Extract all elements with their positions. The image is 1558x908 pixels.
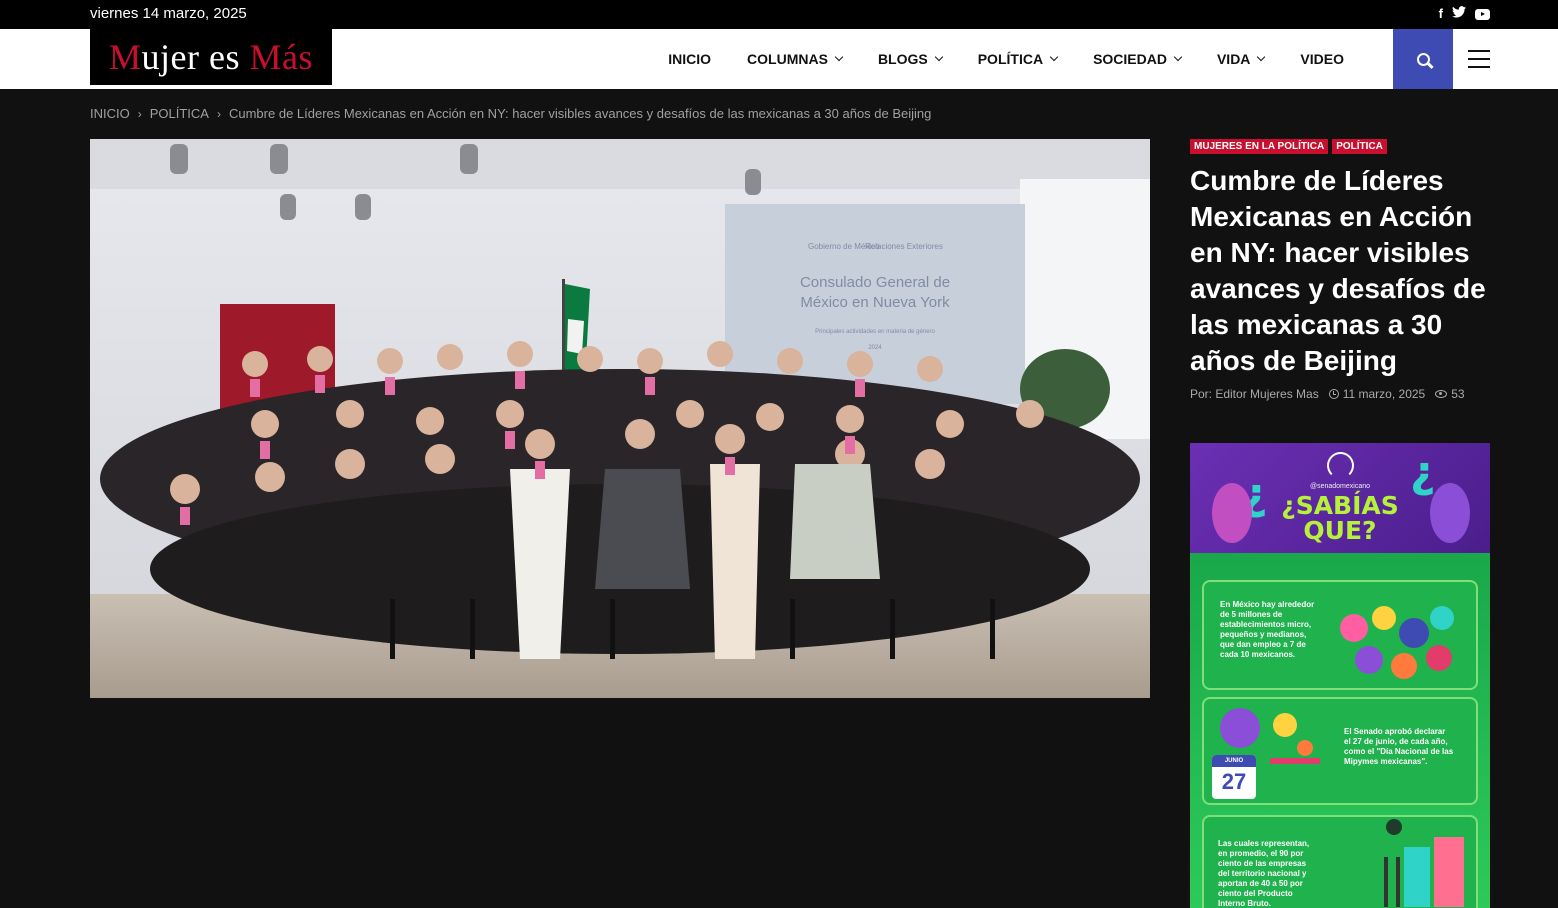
breadcrumb-home[interactable]: INICIO — [90, 106, 130, 121]
article-views: 53 — [1451, 387, 1465, 401]
screen-line2: México en Nueva York — [800, 294, 950, 311]
ad-header: @senadomexicano ¿SABÍAS QUE? ¿ ¿ — [1190, 443, 1490, 553]
article-meta: Por: Editor Mujeres Mas 11 marzo, 2025 5… — [1190, 387, 1465, 401]
senado-logo-icon — [1327, 452, 1354, 479]
youtube-icon[interactable] — [1475, 8, 1490, 20]
current-date: viernes 14 marzo, 2025 — [90, 5, 247, 22]
nav-blogs[interactable]: BLOGS — [878, 51, 943, 67]
breadcrumb-current: Cumbre de Líderes Mexicanas en Acción en… — [228, 106, 932, 121]
article-tags: MUJERES EN LA POLÍTICA POLÍTICA — [1190, 139, 1387, 154]
nav-inicio[interactable]: INICIO — [668, 51, 711, 67]
article-title: Cumbre de Líderes Mexicanas en Acción en… — [1190, 165, 1486, 376]
breadcrumb-section[interactable]: POLÍTICA — [150, 106, 209, 121]
chevron-down-icon — [1049, 52, 1059, 62]
tag-politica[interactable]: POLÍTICA — [1332, 139, 1387, 154]
screen-line1: Consulado General de — [800, 274, 950, 291]
nav-vida[interactable]: VIDA — [1217, 51, 1266, 67]
twitter-icon[interactable] — [1452, 6, 1466, 21]
search-button[interactable] — [1393, 29, 1453, 89]
sidebar-ad-banner[interactable]: @senadomexicano ¿SABÍAS QUE? ¿ ¿ En Méxic… — [1190, 443, 1490, 908]
article-date: 11 marzo, 2025 — [1342, 387, 1426, 401]
hamburger-icon[interactable] — [1468, 50, 1490, 68]
search-icon — [1416, 52, 1430, 66]
featured-image[interactable]: Consulado General de México en Nueva Yor… — [90, 139, 1150, 698]
growth-illustration — [1384, 819, 1464, 907]
facebook-icon[interactable]: f — [1439, 6, 1443, 21]
crowd-illustration — [1340, 606, 1454, 679]
tag-mujeres-en-la-politica[interactable]: MUJERES EN LA POLÍTICA — [1190, 139, 1329, 154]
social-links: f — [1439, 6, 1490, 21]
chevron-right-icon: › — [137, 106, 142, 121]
ad-panel-2: JUNIO 27 El Senado aprobó declarar el 27… — [1202, 697, 1478, 805]
main-nav: INICIO COLUMNAS BLOGS POLÍTICA SOCIEDAD … — [668, 29, 1344, 89]
ad-panel-2-text: El Senado aprobó declarar el 27 de junio… — [1344, 727, 1454, 766]
chevron-right-icon: › — [216, 106, 221, 121]
screen-year: 2024 — [868, 345, 882, 351]
eye-icon — [1435, 390, 1448, 398]
calendar-icon: JUNIO 27 — [1212, 755, 1256, 799]
site-header: Mujer es Más INICIO COLUMNAS BLOGS POLÍT… — [0, 29, 1558, 89]
chevron-down-icon — [834, 52, 844, 62]
breadcrumb: INICIO › POLÍTICA › Cumbre de Líderes Me… — [90, 106, 931, 121]
ad-panel-3: Las cuales representan, en promedio, el … — [1202, 815, 1478, 908]
nav-columnas[interactable]: COLUMNAS — [747, 51, 844, 67]
site-logo[interactable]: Mujer es Más — [90, 29, 332, 85]
nav-video[interactable]: VIDEO — [1300, 51, 1344, 67]
ad-panel-1: En México hay alrededor de 5 millones de… — [1202, 580, 1478, 690]
screen-brand2: Relaciones Exteriores — [865, 242, 943, 251]
screen-sub: Principales actividades en materia de gé… — [815, 329, 935, 335]
nav-sociedad[interactable]: SOCIEDAD — [1093, 51, 1183, 67]
chevron-down-icon — [1257, 52, 1266, 62]
chevron-down-icon — [1173, 52, 1183, 62]
clock-icon — [1328, 389, 1339, 399]
article-author[interactable]: Por: Editor Mujeres Mas — [1190, 387, 1319, 401]
question-mark-icon: ¿ — [1410, 447, 1436, 498]
character-illustration — [1430, 483, 1470, 543]
ad-panel-3-text: Las cuales representan, en promedio, el … — [1218, 839, 1310, 908]
nav-politica[interactable]: POLÍTICA — [978, 51, 1059, 67]
chevron-down-icon — [934, 52, 943, 62]
ad-panel-1-text: En México hay alrededor de 5 millones de… — [1220, 600, 1315, 659]
top-bar: viernes 14 marzo, 2025 f — [0, 0, 1558, 29]
character-illustration — [1212, 483, 1252, 543]
